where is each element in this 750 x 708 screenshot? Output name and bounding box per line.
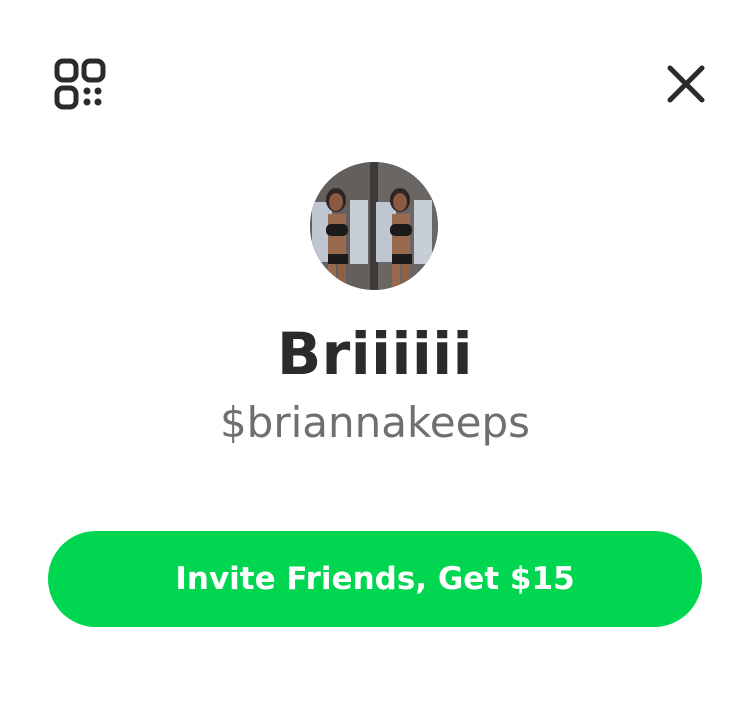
qr-code-icon bbox=[54, 58, 106, 110]
close-icon bbox=[667, 65, 705, 103]
invite-friends-button[interactable]: Invite Friends, Get $15 bbox=[48, 531, 702, 627]
profile-photo bbox=[310, 162, 438, 290]
qr-code-button[interactable] bbox=[54, 58, 106, 110]
avatar[interactable] bbox=[310, 162, 438, 290]
display-name: Briiiiii bbox=[276, 320, 474, 388]
cashtag: $briannakeeps bbox=[219, 398, 531, 447]
close-button[interactable] bbox=[664, 62, 708, 106]
